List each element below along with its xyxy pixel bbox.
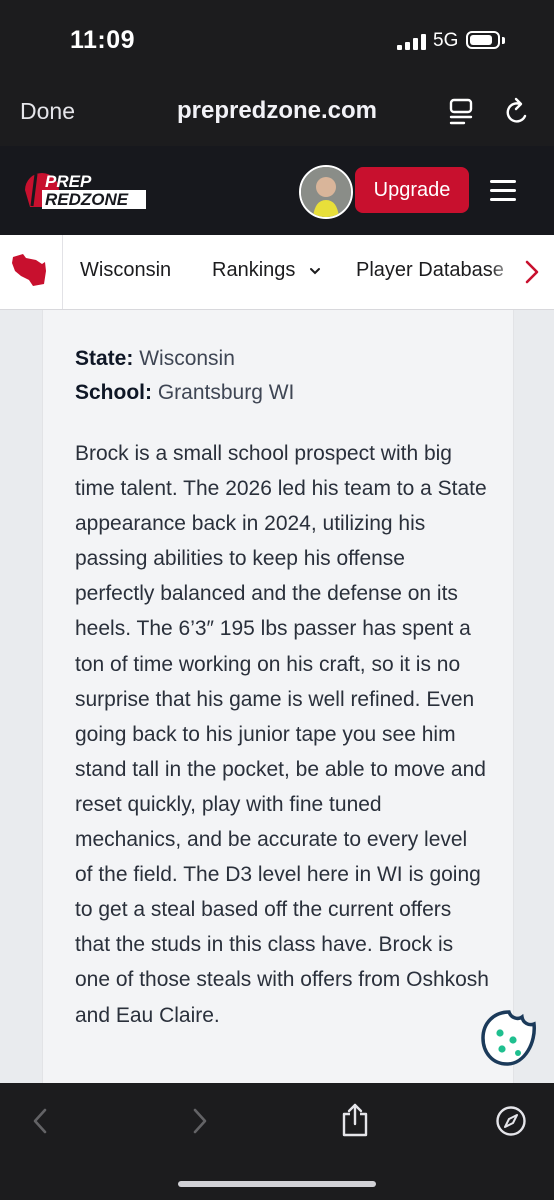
state-value: Wisconsin bbox=[139, 347, 235, 370]
logo-line2: REDZONE bbox=[45, 190, 129, 209]
chevron-right-icon[interactable] bbox=[190, 1107, 210, 1135]
secondary-nav: Wisconsin Rankings Player Database bbox=[0, 235, 554, 310]
logo-line1: PREP bbox=[45, 172, 92, 191]
battery-tip bbox=[502, 37, 505, 44]
nav-scroll-right-button[interactable] bbox=[518, 235, 554, 309]
school-value: Grantsburg WI bbox=[157, 381, 295, 404]
nav-item-player-database[interactable]: Player Database bbox=[356, 259, 504, 282]
home-indicator bbox=[178, 1181, 376, 1187]
chevron-left-icon[interactable] bbox=[30, 1107, 50, 1135]
share-icon[interactable] bbox=[340, 1102, 370, 1138]
profile-meta: State: Wisconsin School: Grantsburg WI bbox=[75, 342, 294, 410]
school-row: School: Grantsburg WI bbox=[75, 376, 294, 410]
compass-icon[interactable] bbox=[495, 1105, 527, 1137]
network-type: 5G bbox=[433, 30, 459, 51]
status-time: 11:09 bbox=[70, 26, 136, 54]
battery-icon bbox=[466, 31, 500, 49]
prep-redzone-logo[interactable]: PREP REDZONE bbox=[22, 170, 148, 210]
reload-icon[interactable] bbox=[503, 97, 531, 127]
upgrade-button[interactable]: Upgrade bbox=[355, 167, 469, 213]
nav-item-rankings[interactable]: Rankings bbox=[212, 259, 321, 282]
site-header: PREP REDZONE bbox=[0, 146, 554, 235]
cookie-icon[interactable] bbox=[480, 1009, 538, 1067]
nav-divider bbox=[62, 235, 63, 309]
nav-item-rankings-label: Rankings bbox=[212, 259, 296, 281]
signal-bars-icon bbox=[397, 34, 426, 50]
school-label: School: bbox=[75, 381, 152, 404]
chevron-down-icon bbox=[309, 267, 320, 275]
avatar[interactable] bbox=[299, 165, 353, 219]
player-profile-card: State: Wisconsin School: Grantsburg WI B… bbox=[42, 310, 514, 1084]
chevron-right-icon bbox=[525, 260, 539, 284]
state-label: State: bbox=[75, 347, 134, 370]
nav-fade bbox=[490, 235, 518, 309]
status-bar: 11:09 5G bbox=[0, 0, 554, 80]
browser-bar: Done prepredzone.com bbox=[0, 80, 554, 146]
reader-mode-icon[interactable] bbox=[448, 98, 474, 126]
wisconsin-state-icon[interactable] bbox=[9, 251, 51, 291]
hamburger-menu-icon[interactable] bbox=[490, 180, 516, 207]
state-row: State: Wisconsin bbox=[75, 342, 294, 376]
avatar-image bbox=[301, 167, 351, 217]
player-bio: Brock is a small school prospect with bi… bbox=[75, 442, 489, 1027]
nav-item-wisconsin[interactable]: Wisconsin bbox=[80, 259, 171, 282]
